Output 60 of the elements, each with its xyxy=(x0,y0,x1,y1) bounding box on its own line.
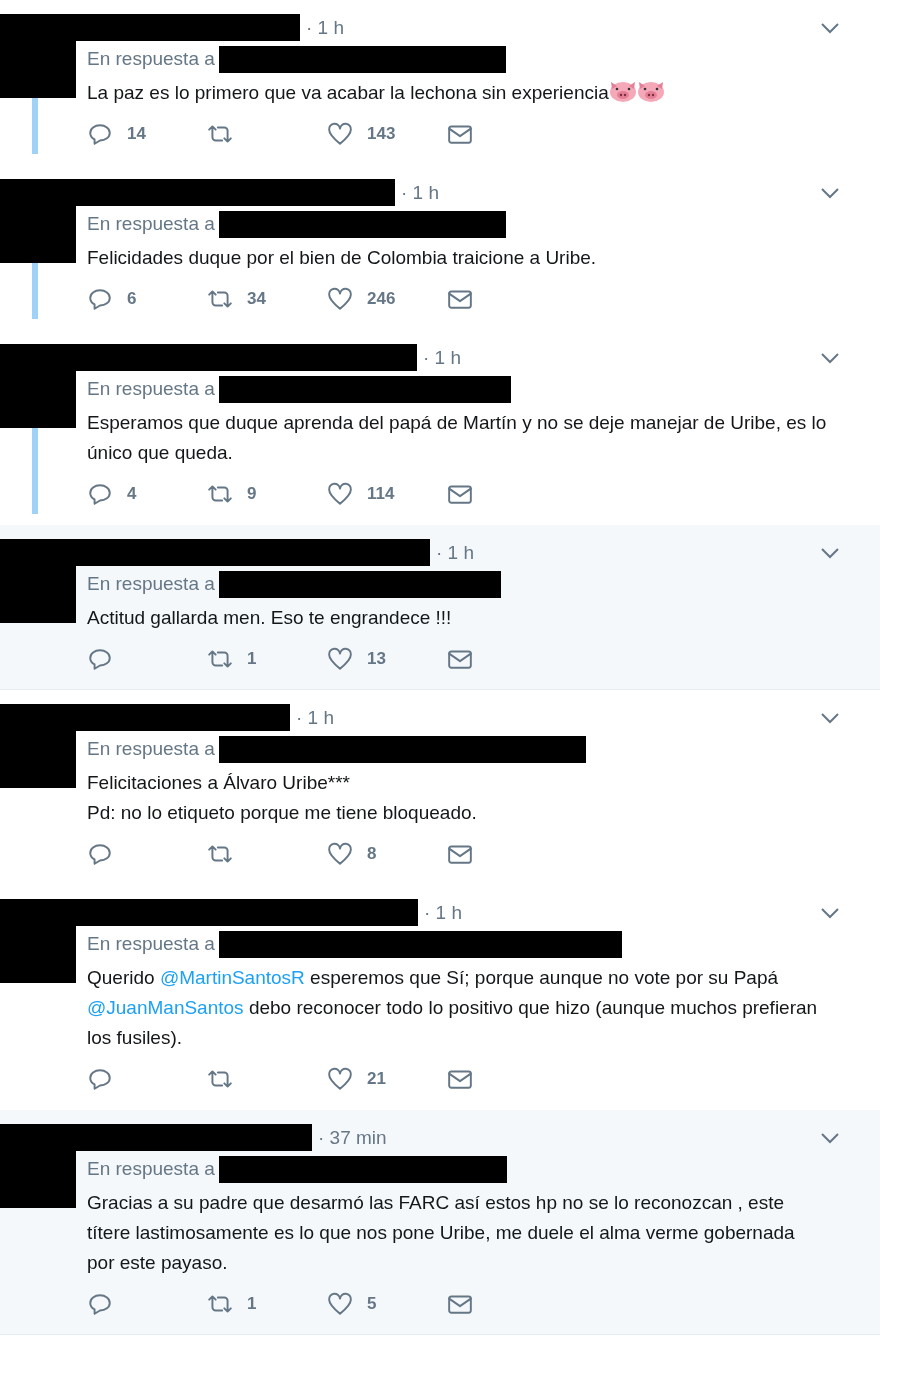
tweet-time[interactable]: · 1 h xyxy=(424,901,463,924)
reply-to-label: En respuesta a xyxy=(87,1158,215,1180)
mention-link[interactable]: @MartinSantosR xyxy=(159,967,305,988)
tweet-text: Felicidades duque por el bien de Colombia traicione a Uribe. xyxy=(87,246,598,270)
retweet-count: 34 xyxy=(247,289,266,309)
chevron-down-icon[interactable] xyxy=(820,351,840,364)
retweet-count: 1 xyxy=(247,1294,257,1314)
like-count: 5 xyxy=(367,1294,377,1314)
like-icon[interactable] xyxy=(327,1291,353,1317)
like-icon[interactable] xyxy=(327,286,353,312)
reply-icon[interactable] xyxy=(87,1066,113,1092)
reply-count: 6 xyxy=(127,289,137,309)
tweet-text: Gracias a su padre que desarmó las FARC así estos hp no se lo reconozcan , este títere lastimosamente es lo que nos pone Uribe, me duele el alma verme gobernada por este payaso. xyxy=(87,1191,796,1275)
reply-to-label: En respuesta a xyxy=(87,573,215,595)
reply-icon[interactable] xyxy=(87,1291,113,1317)
chevron-down-icon[interactable] xyxy=(820,21,840,34)
like-count: 143 xyxy=(367,124,396,144)
reply-icon[interactable] xyxy=(87,646,113,672)
tweet-text: Felicitaciones a Álvaro Uribe*** Pd: no lo etiqueto porque me tiene bloqueado. xyxy=(87,771,478,825)
like-icon[interactable] xyxy=(327,1066,353,1092)
tweet-text: Querido @MartinSantosR esperemos que Sí; porque aunque no vote por su Papá @JuanManSantos debo reconocer todo lo positivo que hizo (aunque muchos prefieran los fusiles). xyxy=(87,966,819,1050)
reply-icon[interactable] xyxy=(87,121,113,147)
tweet-time[interactable]: · 1 h xyxy=(401,181,440,204)
reply-count: 4 xyxy=(127,484,137,504)
chevron-down-icon[interactable] xyxy=(820,186,840,199)
like-count: 246 xyxy=(367,289,396,309)
like-count: 8 xyxy=(367,844,377,864)
chevron-down-icon[interactable] xyxy=(820,906,840,919)
reply-to-label: En respuesta a xyxy=(87,738,215,760)
reply-to-label: En respuesta a xyxy=(87,378,215,400)
reply-icon[interactable] xyxy=(87,286,113,312)
like-count: 13 xyxy=(367,649,386,669)
mention-link[interactable]: @JuanManSantos xyxy=(87,997,244,1018)
tweet-text: La paz es lo primero que va acabar la lechona sin experiencia xyxy=(87,78,827,108)
tweet-time[interactable]: · 37 min xyxy=(318,1126,387,1149)
tweet-time[interactable]: · 1 h xyxy=(296,706,335,729)
chevron-down-icon[interactable] xyxy=(820,711,840,724)
like-icon[interactable] xyxy=(327,841,353,867)
tweet-text: Esperamos que duque aprenda del papá de Martín y no se deje manejar de Uribe, es lo único que queda. xyxy=(87,411,827,465)
pig-face-icon xyxy=(608,79,637,103)
reply-icon[interactable] xyxy=(87,841,113,867)
reply-to-label: En respuesta a xyxy=(87,213,215,235)
reply-to-label: En respuesta a xyxy=(87,933,215,955)
like-icon[interactable] xyxy=(327,646,353,672)
reply-count: 14 xyxy=(127,124,146,144)
chevron-down-icon[interactable] xyxy=(820,546,840,559)
tweet-time[interactable]: · 1 h xyxy=(436,541,475,564)
tweet-time[interactable]: · 1 h xyxy=(306,16,345,39)
reply-to-label: En respuesta a xyxy=(87,48,215,70)
reply-icon[interactable] xyxy=(87,481,113,507)
like-icon[interactable] xyxy=(327,481,353,507)
like-count: 21 xyxy=(367,1069,386,1089)
chevron-down-icon[interactable] xyxy=(820,1131,840,1144)
tweet-text: Actitud gallarda men. Eso te engrandece !!! xyxy=(87,606,453,630)
like-icon[interactable] xyxy=(327,121,353,147)
retweet-count: 9 xyxy=(247,484,257,504)
tweet-time[interactable]: · 1 h xyxy=(423,346,462,369)
like-count: 114 xyxy=(367,484,395,504)
pig-face-icon xyxy=(636,79,665,103)
retweet-count: 1 xyxy=(247,649,257,669)
